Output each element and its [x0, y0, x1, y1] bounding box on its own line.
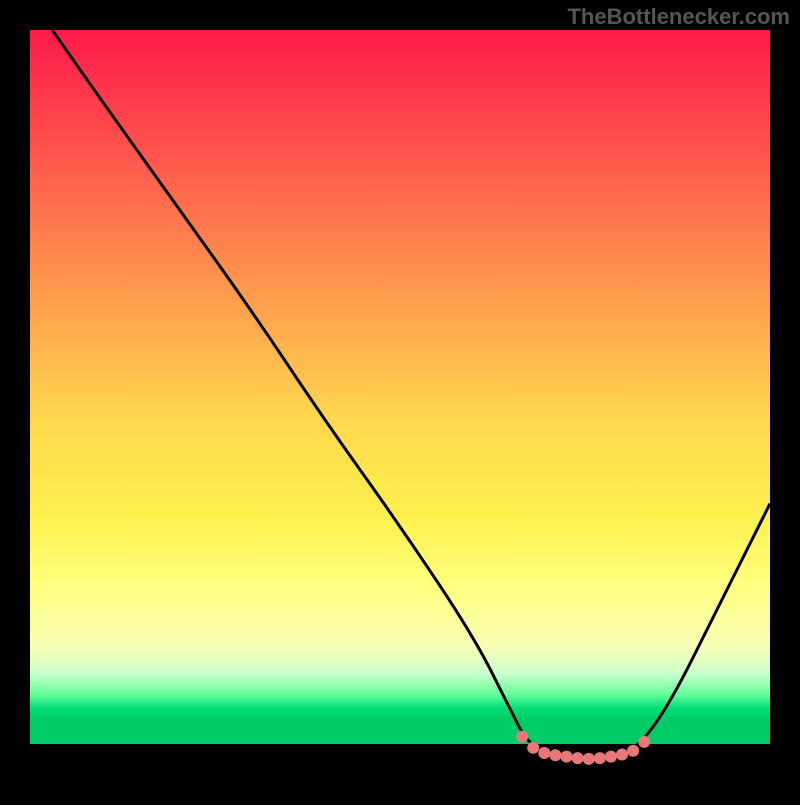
trough-marker-dot	[638, 736, 650, 748]
watermark-label: TheBottlenecker.com	[567, 4, 790, 30]
gradient-area	[30, 30, 770, 744]
trough-marker-dot	[561, 751, 573, 763]
trough-marker-dot	[627, 745, 639, 757]
trough-marker-dot	[549, 749, 561, 761]
trough-marker-dot	[594, 752, 606, 764]
trough-marker-dot	[572, 752, 584, 764]
chart-svg	[0, 0, 800, 800]
trough-marker-dot	[605, 751, 617, 763]
inner-black-band	[30, 744, 770, 770]
trough-marker-dot	[538, 747, 550, 759]
trough-marker-dot	[516, 731, 528, 743]
trough-marker-dot	[583, 753, 595, 765]
trough-marker-dot	[616, 748, 628, 760]
trough-marker-dot	[527, 742, 539, 754]
